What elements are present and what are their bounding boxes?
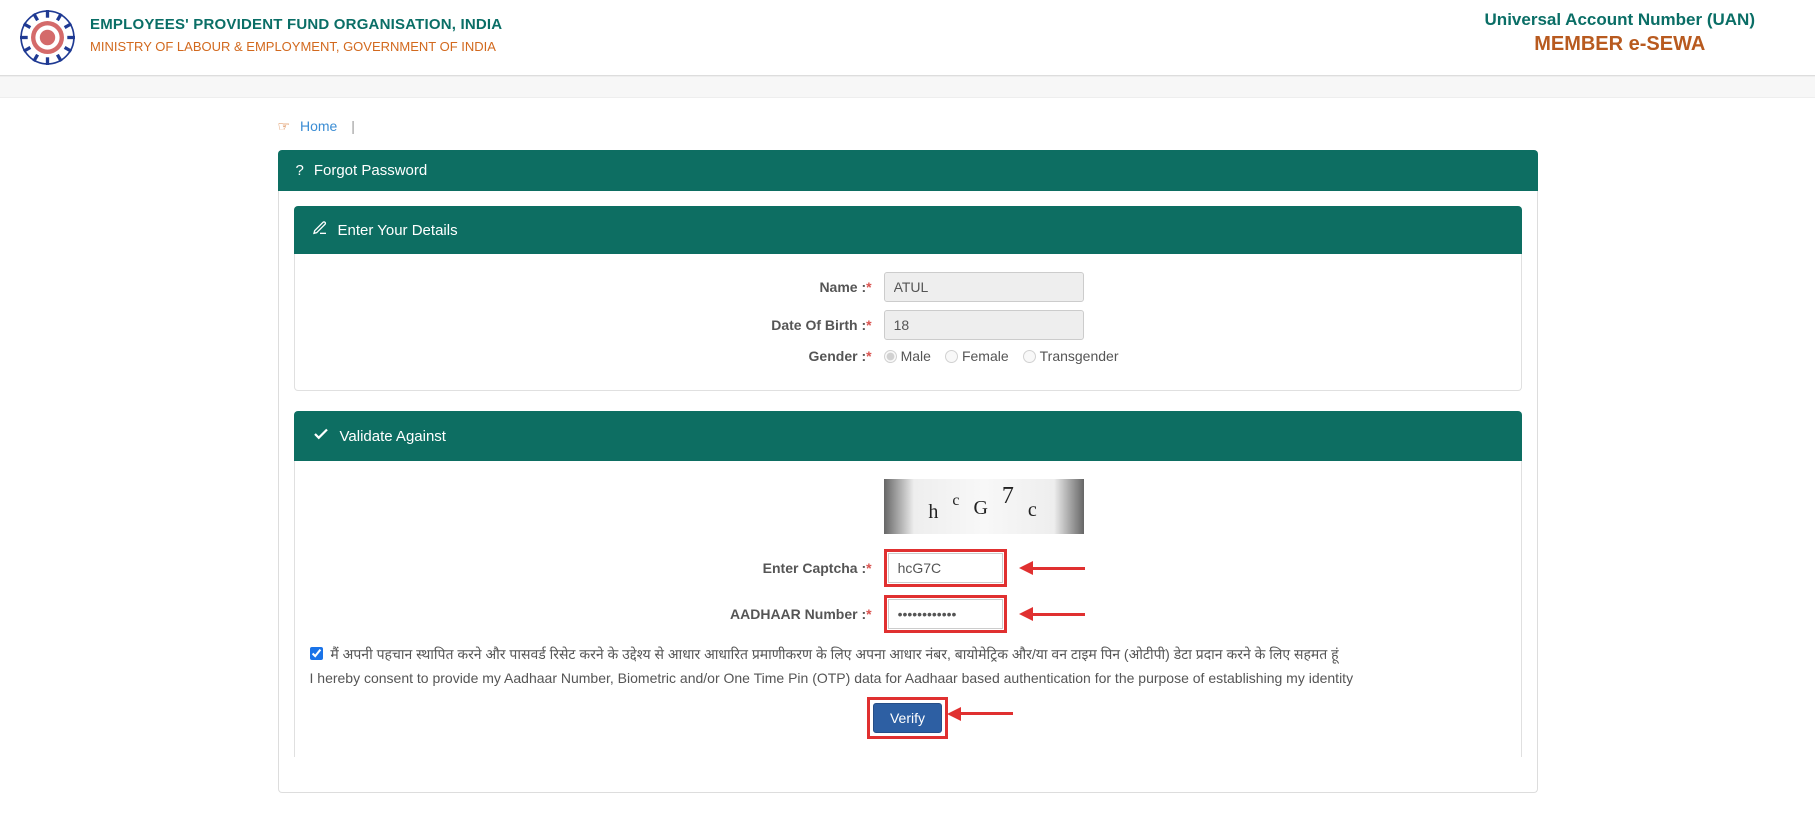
- gender-male-option[interactable]: Male: [884, 348, 931, 364]
- dob-label: Date Of Birth :*: [310, 317, 884, 333]
- consent-block: मैं अपनी पहचान स्थापित करने और पासवर्ड र…: [310, 643, 1506, 691]
- epfo-logo-icon: [20, 10, 75, 65]
- aadhaar-label: AADHAAR Number :*: [310, 606, 884, 622]
- panel-body: Enter Your Details Name :* Date Of Birth…: [278, 191, 1538, 793]
- panel-forgot-password-header: ? Forgot Password: [278, 150, 1538, 191]
- gender-female-option[interactable]: Female: [945, 348, 1009, 364]
- breadcrumb-home-link[interactable]: Home: [300, 118, 337, 134]
- main-container: ☞ Home | ? Forgot Password Enter Your De…: [258, 98, 1558, 823]
- enter-details-title: Enter Your Details: [338, 222, 458, 239]
- breadcrumb: ☞ Home |: [278, 108, 1538, 150]
- breadcrumb-separator: |: [351, 118, 355, 134]
- spacer-bar: [0, 76, 1815, 98]
- validate-body: h c G 7 c Enter Captcha :* AADHAAR Numbe…: [294, 461, 1522, 757]
- consent-checkbox[interactable]: [310, 647, 323, 660]
- captcha-label: Enter Captcha :*: [310, 560, 884, 576]
- consent-text-hindi: मैं अपनी पहचान स्थापित करने और पासवर्ड र…: [330, 646, 1338, 662]
- arrow-annotation-icon: [1019, 607, 1085, 621]
- validate-header: Validate Against: [294, 411, 1522, 461]
- validate-title: Validate Against: [340, 428, 446, 445]
- org-title: EMPLOYEES' PROVIDENT FUND ORGANISATION, …: [90, 16, 502, 33]
- gender-label: Gender :*: [310, 348, 884, 364]
- arrow-annotation-icon: [1019, 561, 1085, 575]
- panel-title: Forgot Password: [314, 162, 427, 179]
- question-icon: ?: [296, 162, 304, 179]
- enter-details-body: Name :* Date Of Birth :* Gender :* Male …: [294, 254, 1522, 391]
- name-label: Name :*: [310, 279, 884, 295]
- captcha-image: h c G 7 c: [884, 479, 1084, 534]
- verify-row: Verify: [867, 697, 948, 739]
- member-sewa: MEMBER e-SEWA: [1485, 33, 1755, 56]
- aadhaar-input[interactable]: [888, 599, 1003, 629]
- arrow-annotation-icon: [947, 707, 1013, 721]
- gender-trans-option[interactable]: Transgender: [1023, 348, 1119, 364]
- hand-pointer-icon: ☞: [278, 118, 291, 134]
- consent-text-english: I hereby consent to provide my Aadhaar N…: [310, 670, 1354, 686]
- header: EMPLOYEES' PROVIDENT FUND ORGANISATION, …: [0, 0, 1815, 76]
- header-right: Universal Account Number (UAN) MEMBER e-…: [1485, 10, 1795, 56]
- enter-details-header: Enter Your Details: [294, 206, 1522, 254]
- check-icon: [312, 425, 330, 447]
- name-input: [884, 272, 1084, 302]
- edit-icon: [312, 220, 328, 240]
- dob-input: [884, 310, 1084, 340]
- uan-title: Universal Account Number (UAN): [1485, 10, 1755, 30]
- verify-button[interactable]: Verify: [873, 703, 942, 733]
- header-left: EMPLOYEES' PROVIDENT FUND ORGANISATION, …: [20, 10, 502, 65]
- gender-options: Male Female Transgender: [884, 348, 1506, 364]
- org-subtitle: MINISTRY OF LABOUR & EMPLOYMENT, GOVERNM…: [90, 39, 502, 54]
- captcha-input[interactable]: [888, 553, 1003, 583]
